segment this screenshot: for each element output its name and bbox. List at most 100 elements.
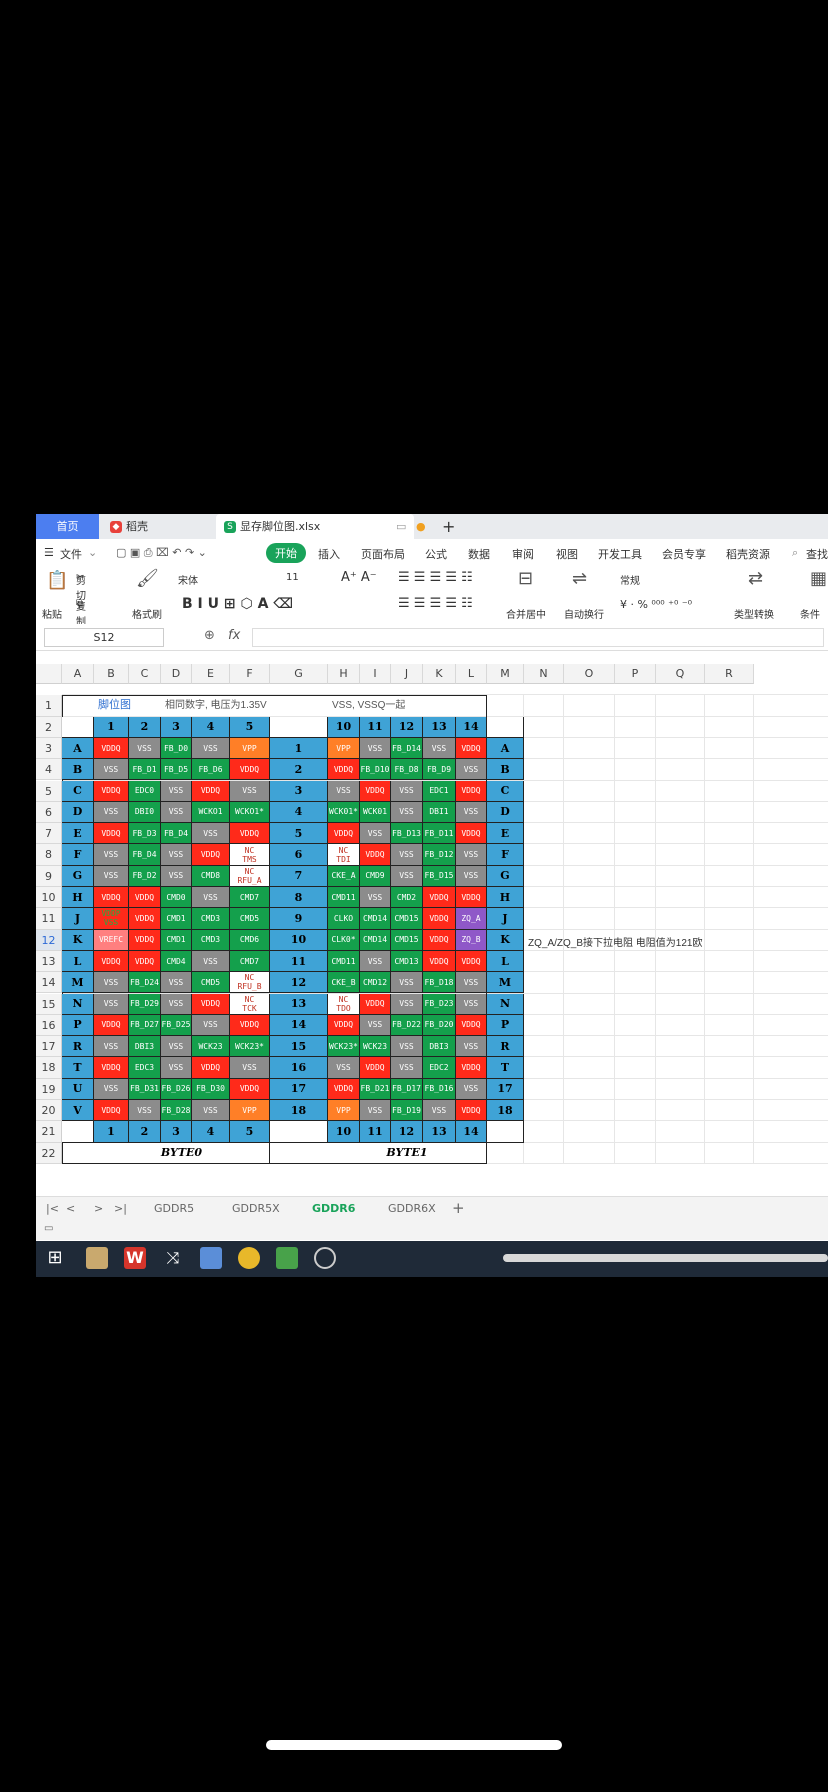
pin-cell[interactable]: CMD2 bbox=[391, 887, 423, 909]
new-tab-button[interactable]: + bbox=[442, 514, 455, 539]
menu-insert[interactable]: 插入 bbox=[318, 546, 340, 562]
pin-cell[interactable]: VSS bbox=[423, 737, 456, 760]
menu-member[interactable]: 会员专享 bbox=[662, 546, 706, 562]
column-header-E[interactable]: E bbox=[192, 664, 230, 684]
pin-cell[interactable]: VREFC bbox=[94, 929, 129, 951]
row-header-4[interactable]: 4 bbox=[36, 759, 62, 781]
pin-cell[interactable]: VSS bbox=[161, 993, 192, 1015]
pin-cell[interactable]: VDDQ bbox=[360, 1057, 391, 1079]
pin-cell[interactable]: DBI0 bbox=[129, 801, 161, 824]
prev-sheet-icon[interactable]: < bbox=[66, 1202, 75, 1215]
column-header-L[interactable]: L bbox=[456, 664, 487, 684]
pin-cell[interactable]: CMD11 bbox=[328, 950, 360, 973]
pin-cell[interactable]: VSS bbox=[94, 1078, 129, 1100]
sheet-tab-gddr6[interactable]: GDDR6 bbox=[312, 1202, 355, 1215]
pin-cell[interactable]: CLK0* bbox=[328, 929, 360, 951]
pin-cell[interactable]: VDDQ bbox=[230, 1014, 270, 1037]
pin-cell[interactable]: VSS bbox=[456, 759, 487, 781]
name-box[interactable]: S12 bbox=[44, 628, 164, 647]
merge-icon[interactable]: ⊟ bbox=[518, 568, 533, 589]
font-select[interactable]: 宋体 bbox=[178, 572, 276, 587]
pin-cell[interactable]: VSS bbox=[129, 737, 161, 760]
row-header-17[interactable]: 17 bbox=[36, 1036, 62, 1058]
column-header-J[interactable]: J bbox=[391, 664, 423, 684]
pin-cell[interactable]: ZQ_A bbox=[456, 908, 487, 930]
pin-cell[interactable]: CMD11 bbox=[328, 887, 360, 909]
pin-cell[interactable]: VSS bbox=[161, 1057, 192, 1079]
pin-cell[interactable]: VSS bbox=[360, 1100, 391, 1122]
pin-cell[interactable]: FB_D15 bbox=[423, 865, 456, 887]
pin-cell[interactable]: CMD6 bbox=[230, 929, 270, 951]
pin-cell[interactable]: VDDQ bbox=[94, 780, 129, 802]
pin-cell[interactable]: NC TDO bbox=[328, 993, 360, 1015]
pin-cell[interactable]: VSS bbox=[360, 823, 391, 845]
row-header-12[interactable]: 12 bbox=[36, 929, 62, 951]
pin-cell[interactable]: VDDQ bbox=[456, 1014, 487, 1037]
picture-viewer-icon[interactable] bbox=[200, 1247, 222, 1269]
pin-cell[interactable]: FB_D5 bbox=[161, 759, 192, 781]
pin-cell[interactable]: CMD3 bbox=[192, 908, 230, 930]
type-convert-button[interactable]: 类型转换 bbox=[734, 606, 774, 621]
pin-cell[interactable]: FB_D4 bbox=[129, 844, 161, 866]
windows-start-icon[interactable]: ⊞ bbox=[44, 1247, 66, 1269]
row-header-16[interactable]: 16 bbox=[36, 1014, 62, 1037]
pin-cell[interactable]: VSS bbox=[161, 844, 192, 866]
pin-cell[interactable]: CMD0 bbox=[161, 887, 192, 909]
menu-data[interactable]: 数据 bbox=[468, 546, 490, 562]
pin-cell[interactable]: VSS bbox=[161, 780, 192, 802]
pin-cell[interactable]: VSS bbox=[456, 1078, 487, 1100]
pin-cell[interactable]: VSS bbox=[423, 1100, 456, 1122]
column-header-D[interactable]: D bbox=[161, 664, 192, 684]
row-header-5[interactable]: 5 bbox=[36, 780, 62, 802]
pin-cell[interactable]: VDDQ bbox=[360, 993, 391, 1015]
pin-cell[interactable]: VDDQ bbox=[192, 780, 230, 802]
pin-cell[interactable]: CMD4 bbox=[161, 950, 192, 973]
menu-view[interactable]: 视图 bbox=[556, 546, 578, 562]
pin-cell[interactable]: FB_D14 bbox=[391, 737, 423, 760]
pin-cell[interactable]: VDDQ bbox=[423, 950, 456, 973]
row-header-6[interactable]: 6 bbox=[36, 801, 62, 824]
pin-cell[interactable]: FB_D2 bbox=[129, 865, 161, 887]
pin-cell[interactable]: CMD3 bbox=[192, 929, 230, 951]
pin-cell[interactable]: FB_D21 bbox=[360, 1078, 391, 1100]
pin-cell[interactable]: FB_D6 bbox=[192, 759, 230, 781]
menu-page-layout[interactable]: 页面布局 bbox=[361, 546, 405, 562]
column-header-P[interactable]: P bbox=[615, 664, 656, 684]
pin-cell[interactable]: FB_D18 bbox=[423, 972, 456, 994]
pin-cell[interactable]: VDDQ bbox=[360, 780, 391, 802]
pin-cell[interactable]: VSS bbox=[456, 801, 487, 824]
pin-cell[interactable]: VSS bbox=[94, 844, 129, 866]
pin-cell[interactable]: VSS bbox=[192, 950, 230, 973]
pin-cell[interactable]: VDDQ bbox=[94, 737, 129, 760]
number-format-icons[interactable]: ¥ · % ⁰⁰⁰ ⁺⁰ ⁻⁰ bbox=[620, 598, 692, 611]
pin-cell[interactable]: CMD1 bbox=[161, 929, 192, 951]
menu-start[interactable]: 开始 bbox=[266, 543, 306, 563]
row-header-1[interactable]: 1 bbox=[36, 695, 62, 717]
pin-cell[interactable]: WCK01* bbox=[328, 801, 360, 824]
pin-cell[interactable]: FB_D25 bbox=[161, 1014, 192, 1037]
pin-cell[interactable]: CKE_B bbox=[328, 972, 360, 994]
pin-cell[interactable]: WCK23 bbox=[360, 1036, 391, 1058]
app-icon-green[interactable] bbox=[276, 1247, 298, 1269]
obs-icon[interactable] bbox=[314, 1247, 336, 1269]
pin-cell[interactable]: FB_D16 bbox=[423, 1078, 456, 1100]
pin-cell[interactable]: VDDQ bbox=[328, 759, 360, 781]
pin-cell[interactable]: VSS bbox=[328, 1057, 360, 1079]
align-left-icons[interactable]: ☰ ☰ ☰ ☰ ☷ bbox=[398, 596, 473, 611]
format-painter-icon[interactable]: 🖌 bbox=[136, 568, 159, 589]
column-header-B[interactable]: B bbox=[94, 664, 129, 684]
text-style-icons[interactable]: B I U ⊞ ⬡ A ⌫ bbox=[182, 596, 293, 612]
pin-cell[interactable]: FB_D30 bbox=[192, 1078, 230, 1100]
row-header-14[interactable]: 14 bbox=[36, 972, 62, 994]
pin-cell[interactable]: CMD15 bbox=[391, 929, 423, 951]
pin-cell[interactable]: WCKO1* bbox=[230, 801, 270, 824]
pin-cell[interactable]: VDDQ bbox=[456, 823, 487, 845]
wrap-icon[interactable]: ⇌ bbox=[572, 568, 587, 589]
column-header-C[interactable]: C bbox=[129, 664, 161, 684]
sheet-tab-gddr5[interactable]: GDDR5 bbox=[154, 1202, 194, 1215]
next-sheet-icon[interactable]: > bbox=[94, 1202, 103, 1215]
align-top-icons[interactable]: ☰ ☰ ☰ ☰ ☷ bbox=[398, 570, 473, 585]
pin-cell[interactable]: EDC2 bbox=[423, 1057, 456, 1079]
pin-cell[interactable]: VSS bbox=[391, 801, 423, 824]
paste-button[interactable]: 粘贴 bbox=[42, 606, 62, 621]
